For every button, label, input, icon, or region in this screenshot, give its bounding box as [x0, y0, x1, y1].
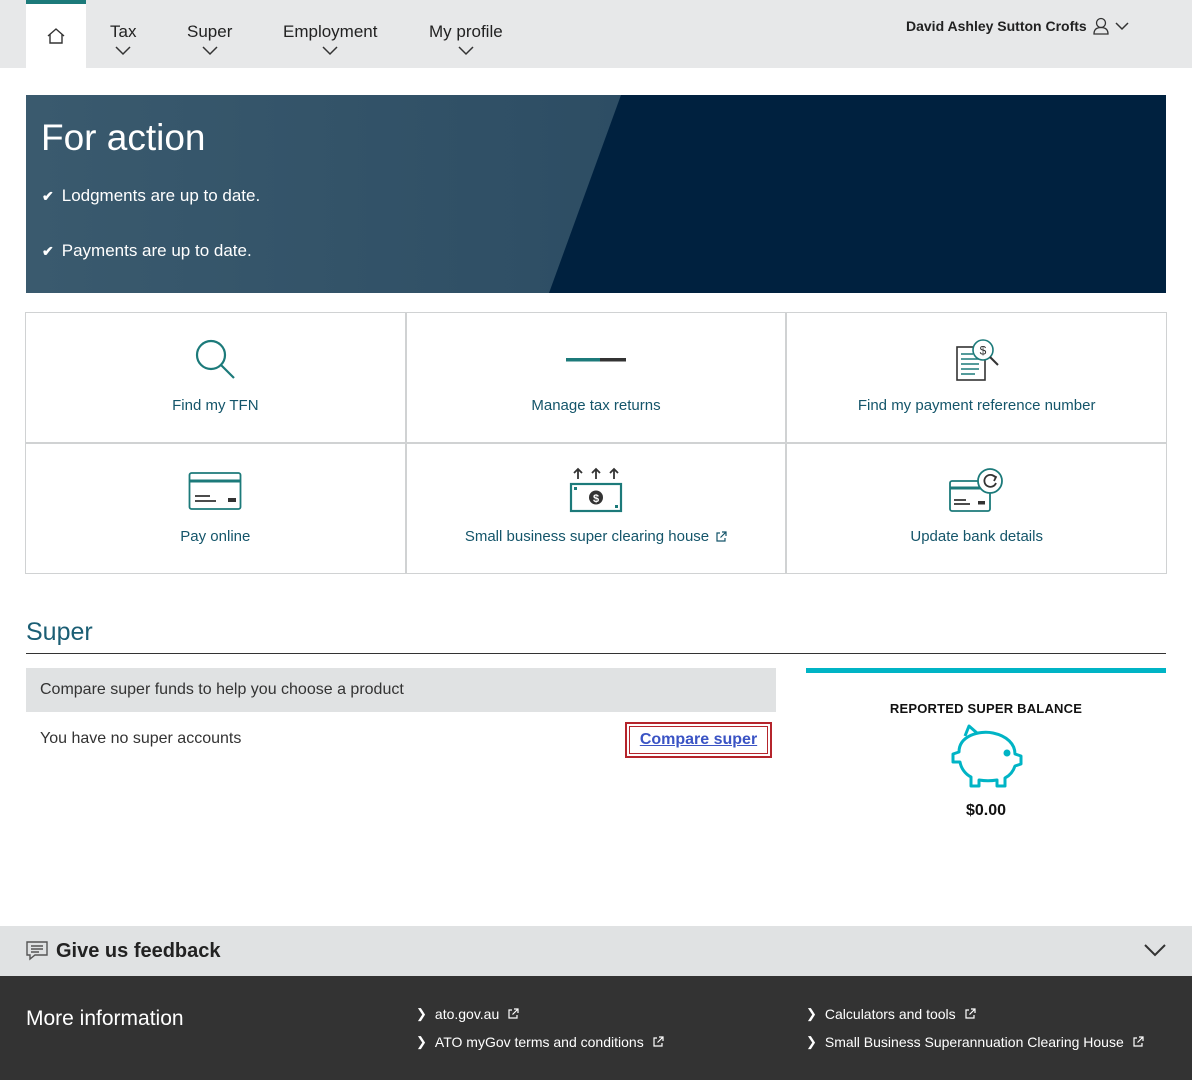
- home-button[interactable]: [26, 0, 86, 68]
- chevron-right-icon: ❯: [806, 1034, 817, 1049]
- more-information-title: More information: [26, 1007, 184, 1030]
- nav-tax[interactable]: Tax: [110, 22, 136, 56]
- footer-link-label: ATO myGov terms and conditions: [434, 1034, 644, 1050]
- chevron-down-icon: [322, 46, 338, 56]
- tile-small-business-super-clearing-house[interactable]: $ Small business super clearing house: [406, 444, 786, 573]
- nav-super-label: Super: [187, 22, 233, 41]
- checkmark-icon: ✔: [42, 187, 54, 204]
- chevron-down-icon: [115, 46, 131, 56]
- compare-super-bar: Compare super funds to help you choose a…: [26, 668, 776, 712]
- tile-label: Find my payment reference number: [857, 397, 1096, 414]
- external-link-icon: [1133, 1036, 1144, 1047]
- balance-amount: $0.00: [965, 802, 1007, 819]
- nav-employment[interactable]: Employment: [283, 22, 377, 56]
- user-icon: [1093, 17, 1109, 35]
- external-link-icon: [653, 1036, 664, 1047]
- nav-my-profile-label: My profile: [429, 22, 503, 41]
- tile-label: Small business super clearing house: [464, 528, 710, 545]
- chevron-down-icon: [202, 46, 218, 56]
- quick-links-grid: Find my TFN Manage tax returns $ Find my…: [25, 312, 1167, 574]
- chevron-right-icon: ❯: [806, 1006, 817, 1021]
- footer-link-label: ato.gov.au: [434, 1006, 500, 1022]
- home-icon: [47, 28, 65, 44]
- footer-link-sbsch[interactable]: ❯ Small Business Superannuation Clearing…: [806, 1034, 1144, 1050]
- tile-label: Pay online: [180, 528, 251, 545]
- chevron-down-icon: [458, 46, 474, 56]
- footer-link-calculators[interactable]: ❯ Calculators and tools: [806, 1006, 976, 1022]
- credit-card-icon: [188, 472, 242, 510]
- footer-link-label: Small Business Superannuation Clearing H…: [824, 1034, 1124, 1050]
- reported-super-balance-card: REPORTED SUPER BALANCE $0.00: [806, 668, 1166, 838]
- footer: More information ❯ ato.gov.au ❯ ATO myGo…: [0, 976, 1192, 1080]
- nav-my-profile[interactable]: My profile: [429, 22, 503, 56]
- magnifier-icon: [196, 339, 236, 379]
- balance-title: REPORTED SUPER BALANCE: [889, 701, 1083, 716]
- chevron-down-icon: [1115, 21, 1129, 30]
- status-payments: ✔ Payments are up to date.: [42, 241, 252, 261]
- tile-pay-online[interactable]: Pay online: [26, 444, 405, 573]
- nav-tax-label: Tax: [110, 22, 137, 41]
- feedback-comment-icon: [26, 941, 48, 961]
- tile-manage-tax-returns[interactable]: Manage tax returns: [406, 313, 786, 442]
- progress-bar-icon: [565, 358, 626, 362]
- piggy-bank-icon: [951, 724, 1023, 788]
- for-action-banner: For action ✔ Lodgments are up to date. ✔…: [26, 95, 1166, 293]
- external-link-icon: [965, 1008, 976, 1019]
- svg-text:$: $: [593, 493, 599, 505]
- footer-link-label: Calculators and tools: [824, 1006, 956, 1022]
- top-navigation: Tax Super Employment My profile David As…: [0, 0, 1192, 68]
- footer-link-mygov-terms[interactable]: ❯ ATO myGov terms and conditions: [416, 1034, 664, 1050]
- nav-employment-label: Employment: [283, 22, 378, 41]
- external-link-icon: [508, 1008, 519, 1019]
- nav-super[interactable]: Super: [187, 22, 232, 56]
- tile-update-bank-details[interactable]: Update bank details: [787, 444, 1166, 573]
- super-heading: Super: [26, 618, 1166, 654]
- no-super-accounts-text: You have no super accounts: [40, 730, 242, 747]
- footer-link-ato-gov-au[interactable]: ❯ ato.gov.au: [416, 1006, 519, 1022]
- chevron-right-icon: ❯: [416, 1006, 427, 1021]
- user-menu[interactable]: David Ashley Sutton Crofts: [906, 17, 1129, 35]
- status-lodgments: ✔ Lodgments are up to date.: [42, 186, 260, 206]
- chevron-right-icon: ❯: [416, 1034, 427, 1049]
- for-action-title: For action: [41, 117, 206, 158]
- checkmark-icon: ✔: [42, 242, 54, 259]
- feedback-label: Give us feedback: [56, 939, 221, 962]
- tile-label: Find my TFN: [172, 397, 259, 414]
- dollar-bill-arrows-icon: $: [569, 467, 623, 513]
- give-us-feedback-bar[interactable]: Give us feedback: [0, 926, 1192, 976]
- external-link-icon: [716, 530, 727, 542]
- tile-find-payment-reference[interactable]: $ Find my payment reference number: [787, 313, 1166, 442]
- status-payments-text: Payments are up to date.: [61, 241, 252, 260]
- status-lodgments-text: Lodgments are up to date.: [61, 186, 261, 205]
- document-dollar-search-icon: $: [955, 339, 999, 381]
- compare-super-link-highlight: Compare super: [625, 722, 772, 758]
- chevron-down-icon: [1144, 944, 1166, 957]
- tile-label: Manage tax returns: [531, 397, 661, 414]
- svg-text:$: $: [979, 344, 986, 358]
- tile-label: Update bank details: [910, 528, 1043, 545]
- user-name: David Ashley Sutton Crofts: [906, 18, 1087, 34]
- compare-super-link[interactable]: Compare super: [629, 726, 768, 754]
- card-refresh-icon: [948, 468, 1003, 512]
- tile-find-my-tfn[interactable]: Find my TFN: [26, 313, 405, 442]
